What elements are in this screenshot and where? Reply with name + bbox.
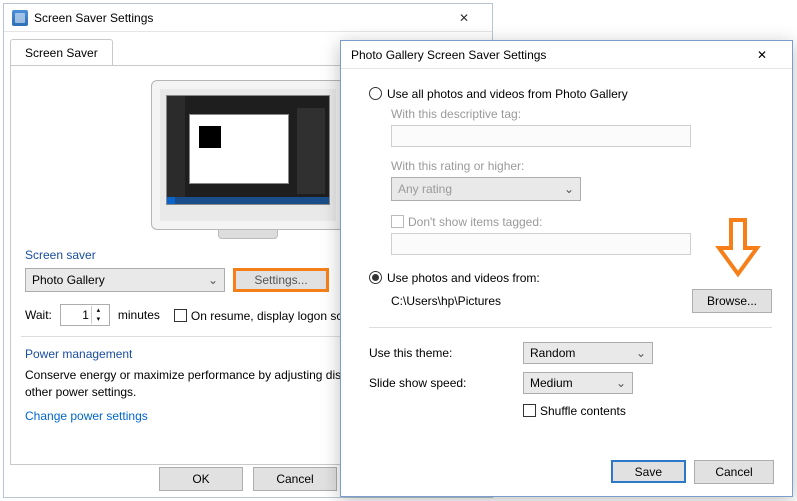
option-use-from[interactable]: Use photos and videos from:	[369, 269, 772, 285]
rating-combo: Any rating	[391, 177, 581, 201]
rating-label: With this rating or higher:	[391, 159, 772, 173]
titlebar[interactable]: Screen Saver Settings	[4, 4, 492, 32]
exclude-input	[391, 233, 691, 255]
chevron-down-icon	[208, 273, 218, 287]
window-title: Screen Saver Settings	[34, 11, 153, 25]
settings-button[interactable]: Settings...	[233, 268, 329, 292]
theme-combo[interactable]: Random	[523, 342, 653, 364]
speed-label: Slide show speed:	[369, 376, 509, 390]
path-text: C:\Users\hp\Pictures	[391, 294, 501, 308]
chevron-down-icon	[636, 346, 646, 360]
shuffle-label: Shuffle contents	[540, 404, 626, 418]
close-icon[interactable]	[444, 8, 484, 28]
screensaver-combo[interactable]: Photo Gallery	[25, 268, 225, 292]
cancel-button[interactable]: Cancel	[253, 467, 337, 491]
tag-label: With this descriptive tag:	[391, 107, 772, 121]
titlebar[interactable]: Photo Gallery Screen Saver Settings	[341, 41, 792, 69]
on-resume-checkbox[interactable]	[174, 309, 187, 322]
theme-label: Use this theme:	[369, 346, 509, 360]
exclude-checkbox	[391, 215, 404, 228]
spin-down-icon[interactable]	[92, 315, 105, 324]
close-icon[interactable]	[742, 44, 782, 66]
window-title: Photo Gallery Screen Saver Settings	[351, 48, 546, 62]
wait-unit: minutes	[118, 308, 160, 322]
preview-monitor	[151, 80, 345, 230]
change-power-settings-link[interactable]: Change power settings	[25, 409, 148, 423]
photo-gallery-settings-window: Photo Gallery Screen Saver Settings Use …	[340, 40, 793, 497]
wait-label: Wait:	[25, 308, 52, 322]
spin-up-icon[interactable]	[92, 306, 105, 315]
save-button[interactable]: Save	[611, 460, 686, 483]
screensaver-value: Photo Gallery	[32, 273, 105, 287]
cancel-button[interactable]: Cancel	[694, 460, 774, 484]
chevron-down-icon	[564, 182, 574, 196]
app-icon	[12, 10, 28, 26]
browse-button[interactable]: Browse...	[692, 289, 772, 313]
radio-icon	[369, 87, 382, 100]
ok-button[interactable]: OK	[159, 467, 243, 491]
radio-icon	[369, 271, 382, 284]
exclude-label: Don't show items tagged:	[408, 215, 542, 229]
option-use-all[interactable]: Use all photos and videos from Photo Gal…	[369, 85, 772, 101]
wait-spinner[interactable]	[60, 304, 110, 326]
tab-screen-saver[interactable]: Screen Saver	[10, 39, 113, 66]
shuffle-checkbox[interactable]	[523, 404, 536, 417]
wait-input[interactable]	[61, 307, 91, 323]
speed-combo[interactable]: Medium	[523, 372, 633, 394]
chevron-down-icon	[616, 376, 626, 390]
tag-input	[391, 125, 691, 147]
